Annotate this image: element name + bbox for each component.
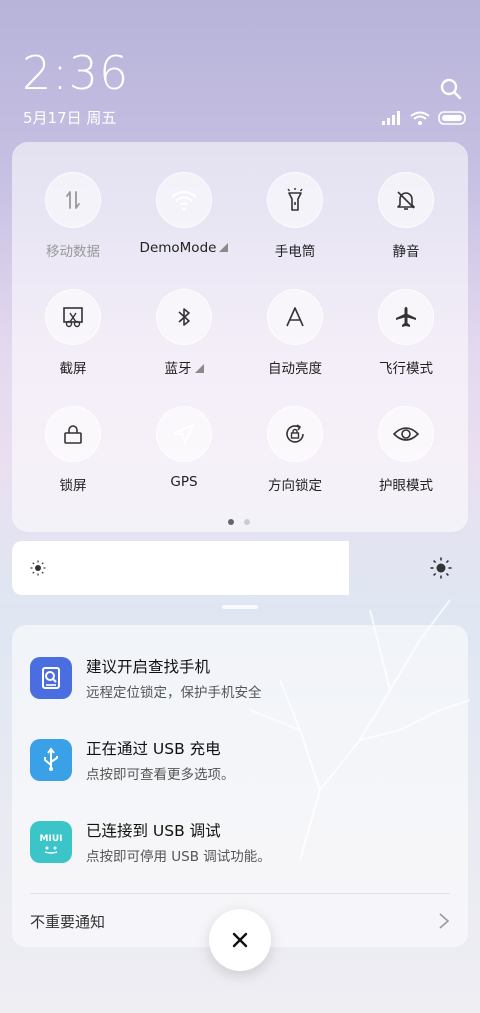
notification-title: 已连接到 USB 调试: [86, 822, 221, 840]
notification-text: 点按即可停用 USB 调试功能。: [86, 849, 271, 865]
find-phone-glyph: [42, 667, 60, 689]
bluetooth-icon: [178, 308, 190, 326]
tile-eye-care-label: 护眼模式: [379, 478, 433, 494]
wifi-status-icon: [410, 111, 430, 125]
tile-gps[interactable]: GPS: [128, 406, 240, 490]
tile-lock-screen-button[interactable]: [45, 406, 101, 462]
location-arrow-icon: [174, 424, 194, 444]
tile-airplane-button[interactable]: [378, 289, 434, 345]
notification-usb-charging[interactable]: 正在通过 USB 充电 点按即可查看更多选项。: [30, 735, 450, 785]
tile-mobile-data[interactable]: 移动数据: [17, 172, 129, 260]
screenshot-icon: [63, 307, 83, 328]
clock-date: 5月17日 周五: [23, 109, 117, 127]
brightness-low-icon: [30, 560, 46, 576]
tile-gps-button[interactable]: [156, 406, 212, 462]
tile-rotation-lock-label: 方向锁定: [268, 478, 322, 494]
unimportant-notifications-link[interactable]: 不重要通知: [30, 911, 105, 932]
tile-wifi-label: DemoMode: [128, 240, 240, 256]
page-indicator: [228, 519, 250, 525]
tile-wifi[interactable]: DemoMode: [128, 172, 240, 256]
cellular-signal-icon: [382, 111, 400, 125]
brightness-fill[interactable]: [12, 541, 350, 595]
usb-icon: [30, 739, 72, 781]
find-phone-icon: [30, 657, 72, 699]
usb-glyph: [44, 747, 58, 771]
notification-panel: 建议开启查找手机 远程定位锁定，保护手机安全 正在通过 USB 充电 点按即可查…: [12, 625, 468, 947]
tile-flashlight-button[interactable]: [267, 172, 323, 228]
flashlight-icon: [287, 188, 303, 211]
tile-lock-screen-label: 锁屏: [59, 478, 87, 494]
tile-bluetooth-button[interactable]: [156, 289, 212, 345]
bell-off-icon: [397, 191, 415, 210]
tile-auto-brightness-button[interactable]: [267, 289, 323, 345]
tile-screenshot-button[interactable]: [45, 289, 101, 345]
tile-eye-care-button[interactable]: [378, 406, 434, 462]
mobile-data-icon: [66, 191, 80, 209]
tile-eye-care[interactable]: 护眼模式: [350, 406, 462, 494]
tile-bluetooth[interactable]: 蓝牙: [128, 289, 240, 377]
tile-silent-label: 静音: [392, 244, 420, 260]
rotation-lock-icon: [286, 424, 304, 443]
wifi-icon: [171, 190, 197, 211]
expand-triangle-icon: [219, 243, 229, 252]
eye-icon: [393, 427, 419, 441]
divider: [30, 893, 450, 894]
svg-text:MIUI: MIUI: [40, 834, 63, 844]
miui-icon: MIUI: [30, 821, 72, 863]
auto-brightness-icon: [286, 307, 304, 327]
tile-auto-brightness-label: 自动亮度: [268, 361, 322, 377]
battery-icon: [438, 111, 466, 125]
tile-wifi-button[interactable]: [156, 172, 212, 228]
drag-handle[interactable]: [222, 605, 258, 609]
tile-rotation-lock[interactable]: 方向锁定: [239, 406, 351, 494]
tile-rotation-lock-button[interactable]: [267, 406, 323, 462]
notification-text: 点按即可查看更多选项。: [86, 767, 235, 783]
page-dot-1[interactable]: [228, 519, 234, 525]
quick-settings-panel: 移动数据 DemoMode 手电筒 静音 截屏 蓝牙 自动亮度 飞行模式 锁屏 …: [12, 142, 468, 532]
tile-auto-brightness[interactable]: 自动亮度: [239, 289, 351, 377]
tile-flashlight[interactable]: 手电筒: [239, 172, 351, 260]
brightness-high-icon: [430, 557, 452, 579]
status-icons: [382, 110, 468, 126]
airplane-icon: [396, 307, 416, 327]
clock-time: 2:36: [22, 46, 130, 100]
notification-title: 正在通过 USB 充电: [86, 740, 221, 758]
tile-screenshot-label: 截屏: [59, 361, 87, 377]
tile-airplane-label: 飞行模式: [379, 361, 433, 377]
notification-find-phone[interactable]: 建议开启查找手机 远程定位锁定，保护手机安全: [30, 653, 450, 703]
tile-mobile-data-button[interactable]: [45, 172, 101, 228]
notification-usb-debugging[interactable]: MIUI 已连接到 USB 调试 点按即可停用 USB 调试功能。: [30, 817, 450, 867]
tile-bluetooth-label-text: 蓝牙: [164, 361, 192, 377]
tile-silent-button[interactable]: [378, 172, 434, 228]
page-dot-2[interactable]: [244, 519, 250, 525]
tile-airplane[interactable]: 飞行模式: [350, 289, 462, 377]
notification-text: 远程定位锁定，保护手机安全: [86, 685, 262, 701]
tile-lock-screen[interactable]: 锁屏: [17, 406, 129, 494]
tile-silent[interactable]: 静音: [350, 172, 462, 260]
expand-triangle-icon: [194, 364, 204, 373]
search-icon[interactable]: [438, 76, 464, 102]
tile-wifi-label-text: DemoMode: [139, 240, 217, 256]
close-icon: [232, 932, 248, 948]
tile-mobile-data-label: 移动数据: [46, 244, 100, 260]
brightness-slider[interactable]: [12, 541, 468, 595]
tile-gps-label: GPS: [170, 474, 198, 490]
clear-all-button[interactable]: [209, 909, 271, 971]
tile-screenshot[interactable]: 截屏: [17, 289, 129, 377]
lock-icon: [64, 425, 82, 444]
tile-flashlight-label: 手电筒: [274, 244, 316, 260]
miui-glyph: MIUI: [40, 834, 63, 854]
chevron-right-icon[interactable]: [438, 912, 450, 930]
tile-bluetooth-label: 蓝牙: [128, 357, 240, 377]
notification-title: 建议开启查找手机: [86, 658, 211, 676]
